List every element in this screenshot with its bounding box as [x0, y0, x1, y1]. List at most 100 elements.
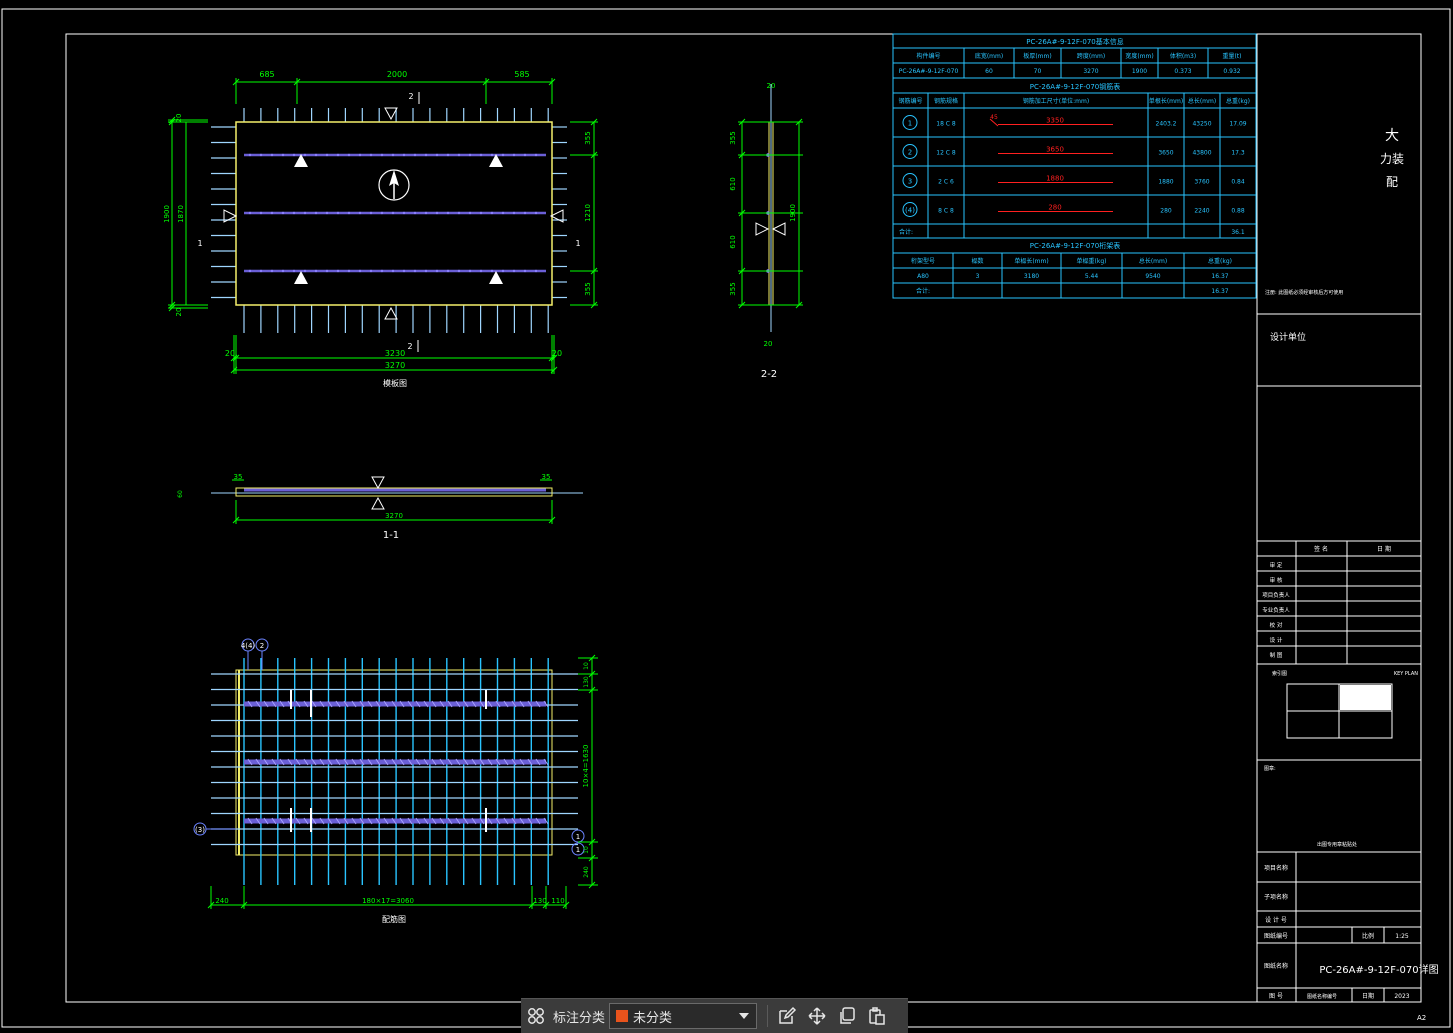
- table-cell: 43800: [1192, 150, 1211, 157]
- truss-node: [501, 269, 505, 273]
- truss-node: [259, 211, 263, 215]
- truss-node: [248, 211, 252, 215]
- truss-node: [435, 211, 439, 215]
- direction-triangle-icon: [384, 306, 398, 320]
- table-cell: 3180: [1024, 273, 1039, 280]
- direction-triangle-icon: [755, 222, 770, 236]
- table-cell: 18 C 8: [936, 121, 956, 128]
- annotation-category-select[interactable]: 未分类: [609, 1003, 758, 1029]
- truss-node: [457, 211, 461, 215]
- dimension-text: 10×4=1630: [582, 745, 590, 788]
- sub-project-label: 子项名称: [1264, 893, 1288, 901]
- toolbar-divider: [767, 1005, 769, 1027]
- cad-drawing-canvas[interactable]: 221 1685 2000 58520 3230 203270模板图201900 18702…: [0, 0, 1453, 1033]
- table-cell: 2: [908, 149, 912, 157]
- dimension-text: 1900: [789, 204, 797, 222]
- move-icon[interactable]: [802, 1001, 832, 1031]
- sign-header: 签 名: [1314, 545, 1328, 553]
- dimension-text: 240: [215, 897, 228, 905]
- edit-annotation-icon[interactable]: [772, 1001, 802, 1031]
- rebar-marker-text: 1: [576, 846, 580, 854]
- table-header: 钢筋规格: [934, 97, 958, 105]
- lifting-point-icon: [489, 271, 503, 284]
- truss-node: [369, 269, 373, 273]
- truss-node: [391, 269, 395, 273]
- sign-row-label: 审 核: [1270, 576, 1283, 584]
- sign-row-label: 设 计: [1270, 636, 1283, 644]
- section-mark: 2: [408, 92, 413, 101]
- lifting-point-icon: [294, 271, 308, 284]
- table-cell: 3270: [1083, 68, 1098, 75]
- table-cell: PC-26A#-9-12F-070: [899, 68, 959, 75]
- dimension-text: 355: [584, 282, 592, 295]
- dimension-text: 3270: [385, 361, 405, 370]
- section-mark: 1: [575, 239, 580, 248]
- key-plan-title: 索引图: [1272, 670, 1287, 677]
- table-cell: A80: [917, 273, 929, 280]
- dimension-text: 355: [584, 131, 592, 144]
- table-cell: 0.84: [1231, 179, 1245, 186]
- truss-node: [490, 269, 494, 273]
- table-title: PC-26A#-9-12F-070桁架表: [1030, 241, 1121, 250]
- truss-node: [270, 153, 274, 157]
- table-header: 单榀重(kg): [1077, 257, 1107, 265]
- sign-row-label: 审 定: [1270, 561, 1283, 569]
- truss-node: [303, 211, 307, 215]
- scale-label: 比例: [1362, 932, 1374, 940]
- dimension-text: 35: [542, 473, 551, 481]
- truss-node: [402, 153, 406, 157]
- truss-node: [523, 269, 527, 273]
- dimension-text: 1210: [584, 204, 592, 222]
- drawing-title: PC-26A#-9-12F-070详图: [1319, 963, 1438, 976]
- table-cell: 3760: [1194, 179, 1209, 186]
- rebar-marker-text: 4(4): [241, 642, 256, 650]
- dimension-text: 130: [583, 676, 590, 688]
- table-cell: 9540: [1145, 273, 1160, 280]
- dimension-text: 3230: [385, 349, 405, 358]
- rebar-shape-length: 280: [1048, 204, 1061, 212]
- table-cell: 60: [985, 68, 993, 75]
- truss-node: [270, 211, 274, 215]
- table-cell: 16.37: [1211, 273, 1228, 280]
- table-cell: 3: [976, 273, 980, 280]
- truss-node: [347, 153, 351, 157]
- dimension-text: 585: [514, 70, 529, 79]
- truss-node: [490, 153, 494, 157]
- dimension-text: 35: [234, 473, 243, 481]
- truss-node: [424, 211, 428, 215]
- category-color-swatch: [616, 1010, 629, 1022]
- table-header: 重量(t): [1222, 52, 1241, 60]
- truss-node: [248, 153, 252, 157]
- truss-node: [303, 153, 307, 157]
- stamp-note: 出图专用章粘贴处: [1317, 841, 1357, 848]
- sign-row-label: 专业负责人: [1262, 606, 1290, 614]
- section-mark: 1: [197, 239, 202, 248]
- dimension-text: 20: [764, 340, 773, 348]
- truss-node: [479, 269, 483, 273]
- section-1-1: 35 35 3270 60 1-1: [177, 473, 583, 541]
- table-cell: 1900: [1132, 68, 1147, 75]
- table-title: PC-26A#-9-12F-070基本信息: [1026, 37, 1124, 46]
- direction-triangle-icon: [371, 476, 385, 490]
- company-name-char: 大: [1385, 128, 1399, 144]
- rebar-shape-length: 1880: [1046, 175, 1064, 183]
- table-header: 宽度(mm): [1125, 52, 1153, 60]
- truss-node: [523, 153, 527, 157]
- truss-node: [369, 211, 373, 215]
- copy-icon[interactable]: [832, 1001, 862, 1031]
- truss-node: [369, 153, 373, 157]
- truss-node: [501, 211, 505, 215]
- truss-node: [457, 269, 461, 273]
- table-cell: 2 C 6: [938, 179, 954, 186]
- table-header: 总长(mm): [1188, 97, 1216, 105]
- dimension-text: 610: [729, 177, 737, 190]
- grid-view-icon[interactable]: [521, 1001, 551, 1031]
- truss-node: [501, 153, 505, 157]
- table-header: 总重(kg): [1208, 257, 1232, 265]
- truss-node: [325, 153, 329, 157]
- dimension-text: 610: [729, 235, 737, 248]
- paste-icon[interactable]: [862, 1001, 892, 1031]
- truss-node: [259, 153, 263, 157]
- truss-node: [468, 269, 472, 273]
- truss-node: [314, 211, 318, 215]
